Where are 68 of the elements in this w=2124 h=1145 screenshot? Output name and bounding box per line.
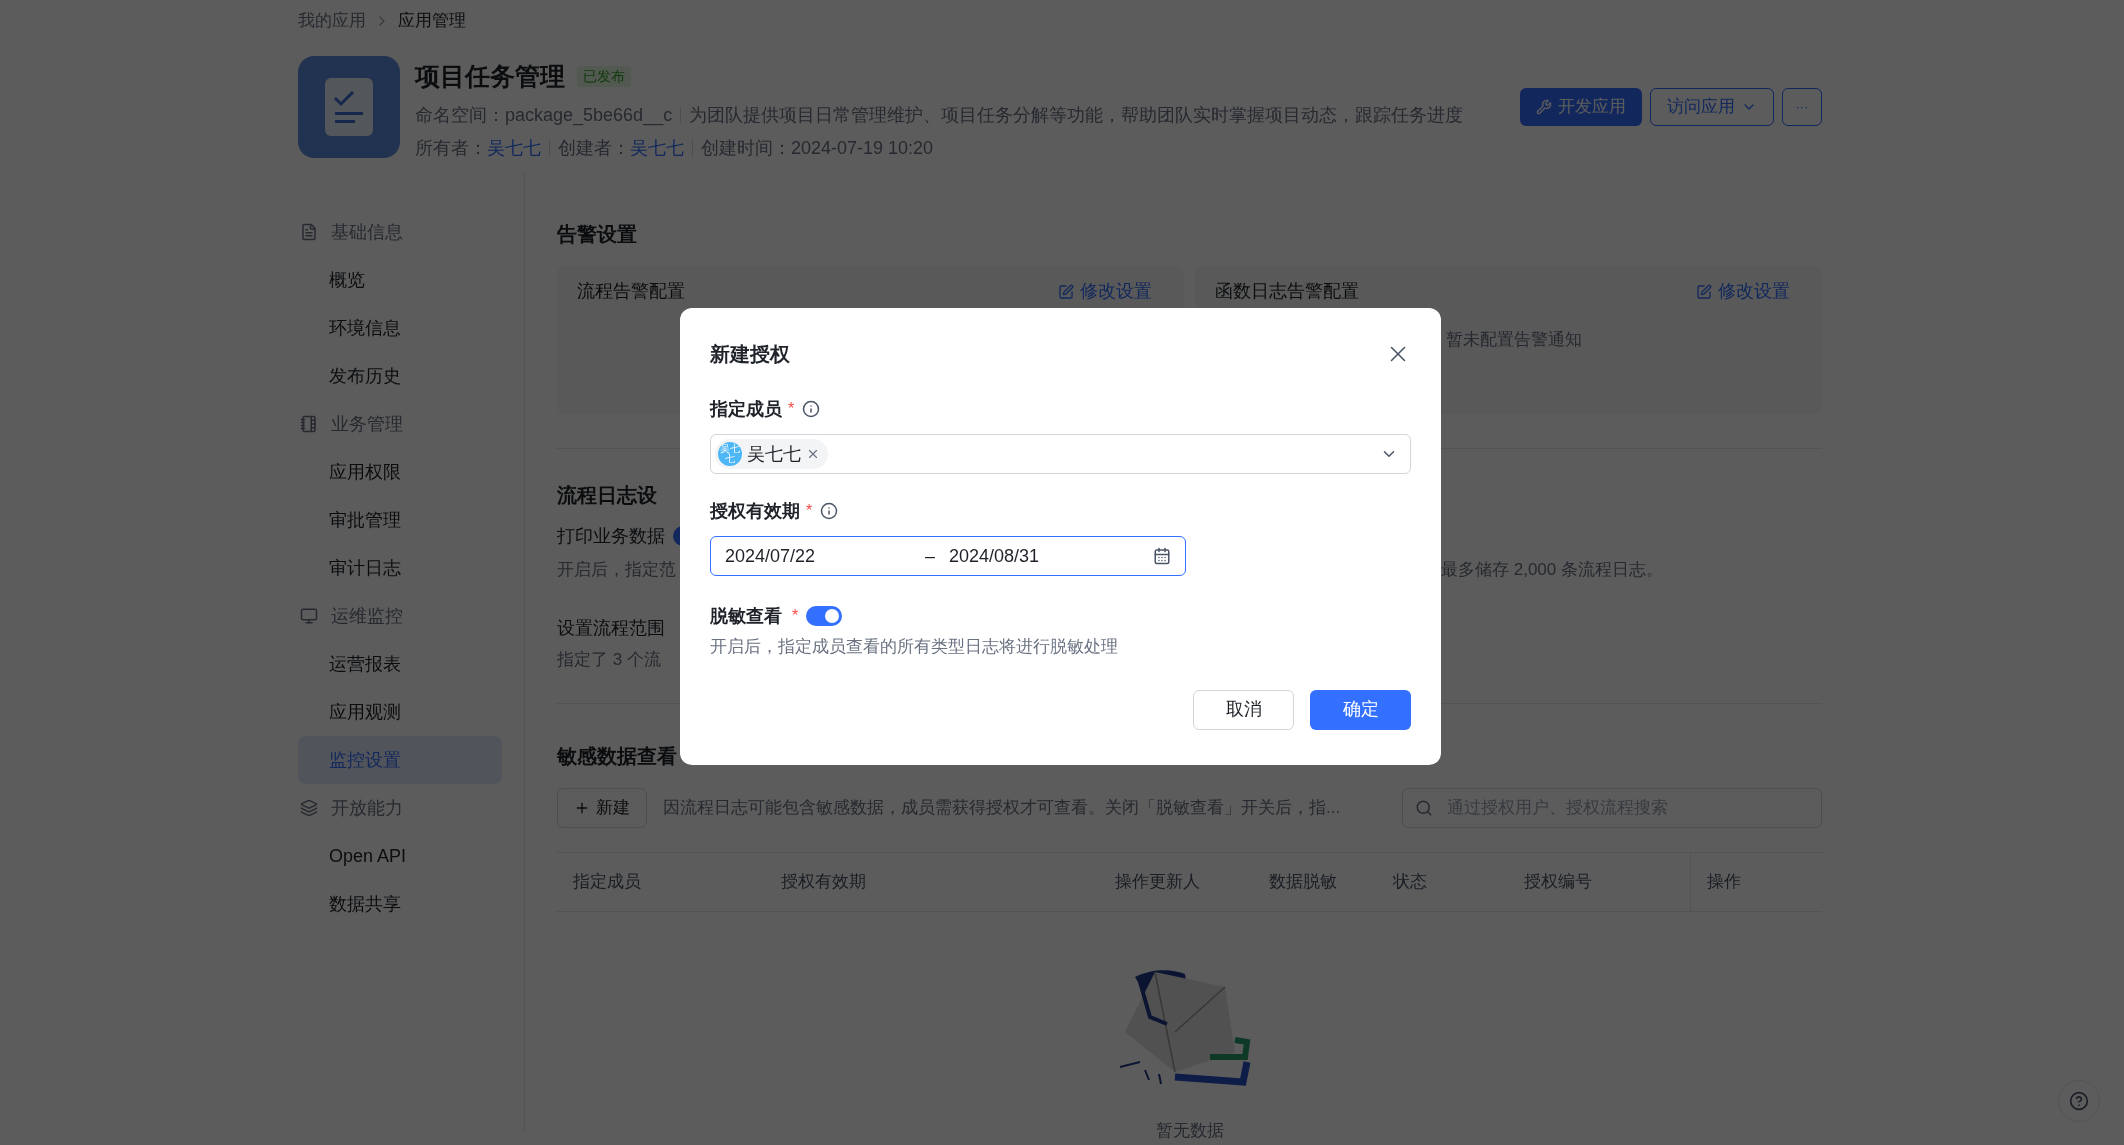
info-icon [802, 400, 821, 418]
sidebar-item[interactable]: Open API [298, 832, 502, 880]
new-button[interactable]: 新建 [557, 788, 647, 828]
edit-settings-link[interactable]: 修改设置 [1696, 278, 1790, 305]
start-date: 2024/07/22 [725, 544, 817, 568]
column-header: 数据脱敏 [1269, 871, 1337, 894]
card-title: 函数日志告警配置 [1215, 280, 1359, 303]
card-title: 流程告警配置 [577, 280, 685, 303]
section-title: 敏感数据查看 [557, 744, 677, 769]
field-label: 指定成员 [710, 397, 782, 421]
dialog-title: 新建授权 [710, 342, 790, 367]
sidebar-item[interactable]: 应用观测 [298, 688, 502, 736]
sidebar-item[interactable]: 数据共享 [298, 880, 502, 928]
sidebar-item[interactable]: 运营报表 [298, 640, 502, 688]
setting-label: 打印业务数据 [557, 524, 665, 548]
toggle-switch[interactable] [806, 606, 843, 626]
sidebar-item[interactable]: 审批管理 [298, 496, 502, 544]
edit-icon [1696, 283, 1712, 300]
section-title: 流程日志设 [557, 483, 657, 508]
avatar: 吴七七 [718, 442, 742, 466]
sidebar-item[interactable]: 环境信息 [298, 304, 502, 352]
creator-link[interactable]: 吴七七 [630, 134, 684, 162]
document-icon [300, 223, 318, 241]
edit-settings-link[interactable]: 修改设置 [1058, 278, 1152, 305]
required-mark: * [788, 399, 795, 419]
column-header: 操作更新人 [1115, 871, 1200, 894]
status-tag: 已发布 [577, 66, 631, 88]
sidebar-item[interactable]: 监控设置 [298, 736, 502, 784]
field-label: 授权有效期 [710, 499, 800, 523]
app-title: 项目任务管理 [415, 61, 565, 92]
column-header: 操作 [1707, 871, 1741, 894]
sidebar-item[interactable]: 审计日志 [298, 544, 502, 592]
cancel-button[interactable]: 取消 [1193, 689, 1294, 730]
app-icon [298, 56, 400, 158]
required-mark: * [806, 501, 813, 521]
remove-icon[interactable] [806, 447, 820, 461]
column-header: 状态 [1393, 871, 1427, 894]
sidebar-item[interactable]: 应用权限 [298, 448, 502, 496]
help-button[interactable] [2058, 1080, 2100, 1122]
breadcrumb-item: 应用管理 [398, 10, 466, 33]
field-description: 开启后，指定成员查看的所有类型日志将进行脱敏处理 [710, 636, 1119, 658]
monitor-icon [300, 607, 318, 625]
develop-app-button[interactable]: 开发应用 [1520, 88, 1642, 126]
required-mark: * [792, 606, 799, 626]
plus-icon [574, 800, 590, 816]
calendar-icon [1153, 547, 1171, 565]
range-separator: – [925, 544, 936, 568]
column-header: 授权编号 [1524, 871, 1592, 894]
end-date: 2024/08/31 [949, 544, 1040, 568]
layers-icon [300, 799, 318, 817]
info-icon [820, 502, 839, 520]
help-icon [2069, 1091, 2089, 1111]
confirm-button[interactable]: 确定 [1310, 689, 1411, 730]
sidebar-item[interactable]: 发布历史 [298, 352, 502, 400]
wrench-icon [1536, 99, 1552, 115]
date-range-field[interactable]: 2024/07/22 – 2024/08/31 [710, 536, 1186, 576]
field-label: 脱敏查看 [710, 604, 782, 628]
notebook-icon [300, 415, 318, 433]
owner-link[interactable]: 吴七七 [487, 134, 541, 162]
sidebar-item[interactable]: 概览 [298, 256, 502, 304]
visit-app-button[interactable]: 访问应用 [1650, 88, 1774, 126]
section-title: 告警设置 [557, 222, 637, 247]
search-icon [1415, 799, 1433, 817]
edit-icon [1058, 283, 1074, 300]
setting-label: 设置流程范围 [557, 617, 665, 640]
more-button[interactable]: ··· [1782, 88, 1822, 126]
column-header: 指定成员 [573, 871, 641, 894]
column-header: 授权有效期 [781, 871, 866, 894]
